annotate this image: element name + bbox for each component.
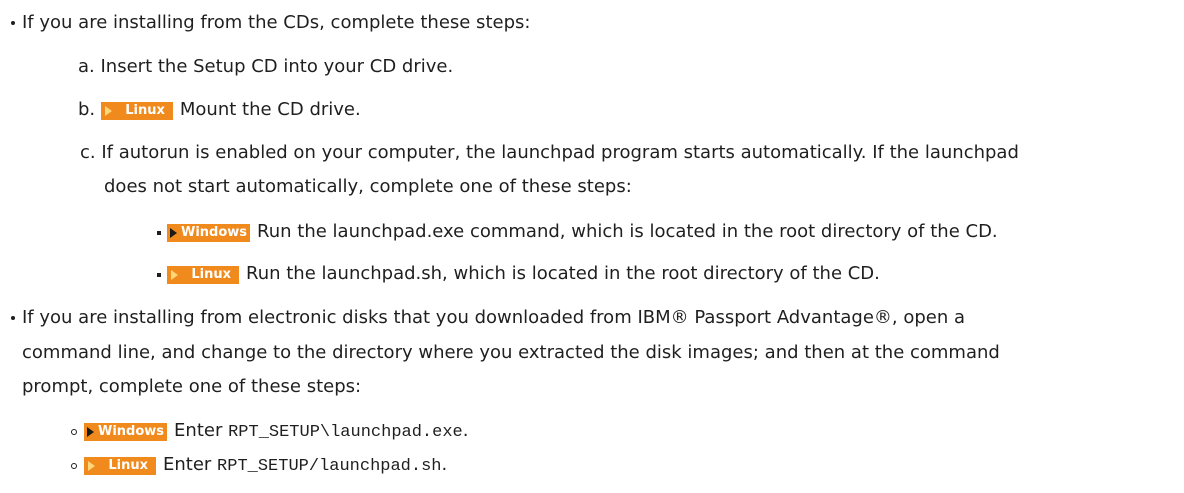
electronic-option-linux-suffix: .: [441, 454, 448, 475]
electronic-install-line2: command line, and change to the director…: [22, 341, 1000, 365]
cd-install-intro-text: If you are installing from the CDs, comp…: [22, 12, 531, 33]
electronic-option-windows: Windows Enter RPT_SETUP\launchpad.exe.: [84, 419, 468, 443]
linux-badge-icon: Linux: [100, 102, 173, 120]
bullet-step-c-windows: [157, 231, 161, 235]
step-c-text-line2: does not start automatically, complete o…: [104, 176, 632, 197]
bullet-electronic-install: [11, 316, 15, 320]
step-a-text: Insert the Setup CD into your CD drive.: [100, 56, 454, 77]
electronic-install-text-line3: prompt, complete one of these steps:: [22, 376, 362, 397]
step-c-line1: c. If autorun is enabled on your compute…: [80, 141, 1019, 165]
step-c-option-windows-text: Run the launchpad.exe command, which is …: [257, 221, 998, 242]
electronic-option-linux: Linux Enter RPT_SETUP/launchpad.sh.: [84, 453, 447, 477]
step-c-marker: c.: [80, 142, 96, 163]
step-c-option-linux-text: Run the launchpad.sh, which is located i…: [246, 263, 880, 284]
bullet-step-c-linux: [157, 273, 161, 277]
step-c-option-windows: Windows Run the launchpad.exe command, wh…: [167, 220, 998, 244]
electronic-option-linux-prefix: Enter: [163, 454, 218, 475]
step-c-text-line1: If autorun is enabled on your computer, …: [101, 142, 1019, 163]
electronic-install-text-line2: command line, and change to the director…: [22, 342, 1000, 363]
linux-badge-icon: Linux: [84, 457, 156, 475]
step-a: a. Insert the Setup CD into your CD driv…: [78, 55, 453, 79]
bullet-cd-install: [11, 21, 15, 25]
step-b-marker: b.: [78, 99, 96, 120]
electronic-install-line3: prompt, complete one of these steps:: [22, 375, 361, 399]
step-c-option-linux: Linux Run the launchpad.sh, which is loca…: [167, 262, 880, 286]
linux-badge-icon: Linux: [167, 266, 239, 284]
step-b-text: Mount the CD drive.: [179, 99, 361, 120]
electronic-option-linux-code: RPT_SETUP/launchpad.sh: [217, 457, 442, 476]
electronic-option-windows-suffix: .: [462, 420, 469, 441]
electronic-option-windows-code: RPT_SETUP\launchpad.exe: [228, 423, 463, 442]
step-a-marker: a.: [78, 56, 95, 77]
windows-badge-icon: Windows: [167, 224, 251, 242]
bullet-electronic-windows: [71, 429, 77, 435]
windows-badge-icon: Windows: [84, 423, 168, 441]
step-c-line2: does not start automatically, complete o…: [104, 175, 632, 199]
step-b: b. Linux Mount the CD drive.: [78, 98, 361, 122]
electronic-install-text-line1: If you are installing from electronic di…: [22, 307, 966, 328]
bullet-electronic-linux: [71, 463, 77, 469]
electronic-install-line1: If you are installing from electronic di…: [22, 306, 965, 330]
cd-install-intro: If you are installing from the CDs, comp…: [22, 11, 530, 35]
electronic-option-windows-prefix: Enter: [174, 420, 229, 441]
